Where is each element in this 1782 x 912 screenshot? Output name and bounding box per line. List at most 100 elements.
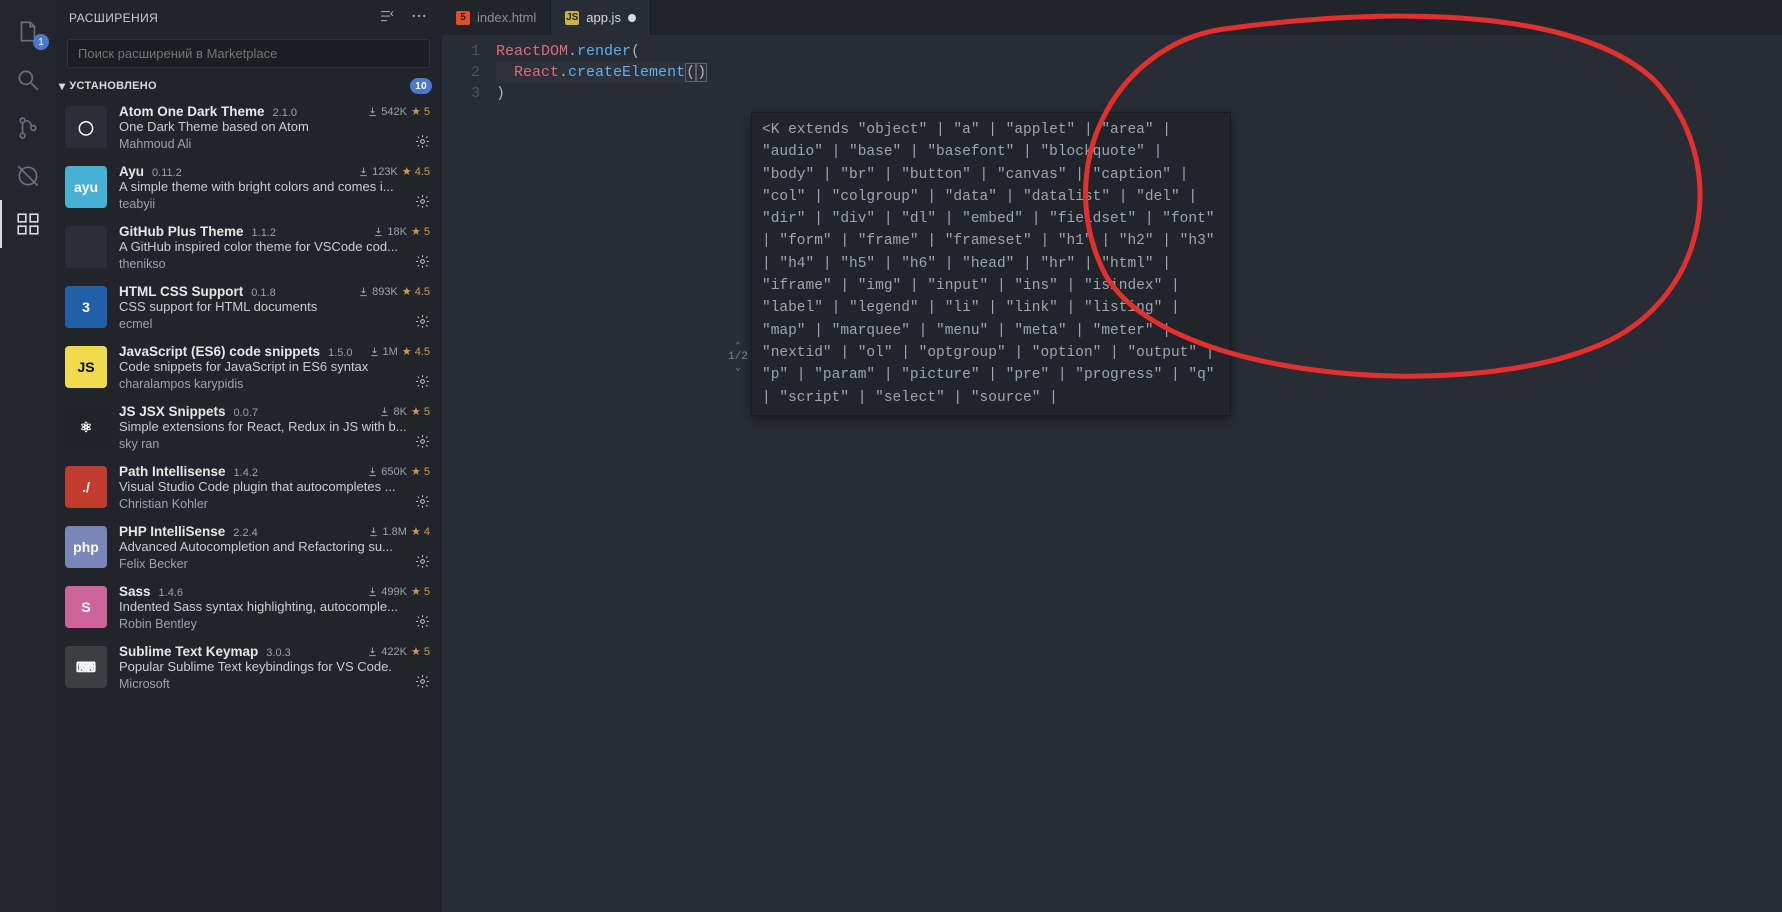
extension-description: Advanced Autocompletion and Refactoring … — [119, 539, 430, 554]
installed-count-badge: 10 — [410, 78, 432, 94]
extension-item[interactable]: ◯ Atom One Dark Theme 2.1.0 542K ★ 5 One… — [55, 98, 442, 158]
extension-downloads: 18K — [373, 226, 407, 238]
line-gutter: 1 2 3 — [442, 41, 496, 104]
manage-extension-gear-icon[interactable] — [415, 254, 430, 272]
extension-version: 0.1.8 — [251, 287, 275, 299]
extension-downloads: 893K — [358, 286, 398, 298]
extension-version: 3.0.3 — [266, 647, 290, 659]
manage-extension-gear-icon[interactable] — [415, 194, 430, 212]
extension-name: HTML CSS Support — [119, 284, 243, 299]
more-actions-icon[interactable] — [410, 7, 428, 28]
extension-icon: ayu — [65, 166, 107, 208]
download-icon — [369, 346, 380, 357]
code-editor[interactable]: 1 2 3 ReactDOM.render( React.createEleme… — [442, 35, 1782, 104]
extension-downloads: 1M — [369, 346, 398, 358]
extension-item[interactable]: 3 HTML CSS Support 0.1.8 893K ★ 4.5 CSS … — [55, 278, 442, 338]
extension-version: 0.0.7 — [234, 407, 258, 419]
hint-overload-counter[interactable]: ⌃ 1/2 ⌄ — [728, 341, 748, 374]
extension-rating: ★ 4.5 — [402, 165, 430, 178]
extension-icon: php — [65, 526, 107, 568]
extension-author: charalampos karypidis — [119, 377, 243, 391]
manage-extension-gear-icon[interactable] — [415, 374, 430, 392]
extension-version: 0.11.2 — [152, 167, 182, 179]
extension-item[interactable]: ayu Ayu 0.11.2 123K ★ 4.5 A simple theme… — [55, 158, 442, 218]
chevron-down-icon: ▾ — [59, 79, 65, 93]
extension-rating: ★ 4 — [411, 525, 430, 538]
extension-icon: ⌨ — [65, 646, 107, 688]
download-icon — [358, 286, 369, 297]
extension-downloads: 8K — [379, 406, 406, 418]
extension-downloads: 542K — [367, 106, 407, 118]
extension-author: thenikso — [119, 257, 166, 271]
extension-name: Atom One Dark Theme — [119, 104, 265, 119]
manage-extension-gear-icon[interactable] — [415, 314, 430, 332]
activity-extensions[interactable] — [0, 200, 55, 248]
extensions-search-input[interactable] — [67, 39, 430, 68]
activity-debug[interactable] — [0, 152, 55, 200]
manage-extension-gear-icon[interactable] — [415, 554, 430, 572]
file-type-icon: JS — [565, 11, 579, 25]
extension-icon: 3 — [65, 286, 107, 328]
extension-icon: ⚛ — [65, 406, 107, 448]
extension-name: Ayu — [119, 164, 144, 179]
extension-downloads: 422K — [367, 646, 407, 658]
tab-label: app.js — [586, 10, 621, 25]
installed-section-header[interactable]: ▾ УСТАНОВЛЕНО 10 — [55, 76, 442, 98]
manage-extension-gear-icon[interactable] — [415, 674, 430, 692]
extension-rating: ★ 5 — [411, 405, 430, 418]
code-line: ) — [496, 83, 707, 104]
code-line: ReactDOM.render( — [496, 41, 707, 62]
file-type-icon: 5 — [456, 11, 470, 25]
sidebar-header: РАСШИРЕНИЯ — [55, 0, 442, 35]
download-icon — [379, 406, 390, 417]
extension-item[interactable]: GitHub Plus Theme 1.1.2 18K ★ 5 A GitHub… — [55, 218, 442, 278]
editor-tab[interactable]: JS app.js — [551, 0, 651, 35]
extension-icon — [65, 226, 107, 268]
manage-extension-gear-icon[interactable] — [415, 494, 430, 512]
parameter-hint-tooltip: ⌃ 1/2 ⌄ <K extends "object" | "a" | "app… — [751, 112, 1231, 416]
activity-search[interactable] — [0, 56, 55, 104]
extension-description: One Dark Theme based on Atom — [119, 119, 430, 134]
download-icon — [373, 226, 384, 237]
extension-version: 1.4.6 — [159, 587, 183, 599]
extension-downloads: 650K — [367, 466, 407, 478]
extension-description: Simple extensions for React, Redux in JS… — [119, 419, 430, 434]
extension-name: GitHub Plus Theme — [119, 224, 244, 239]
extension-description: A simple theme with bright colors and co… — [119, 179, 430, 194]
activity-git[interactable] — [0, 104, 55, 152]
extension-downloads: 1.8M — [368, 526, 406, 538]
extension-rating: ★ 5 — [411, 225, 430, 238]
extension-name: JS JSX Snippets — [119, 404, 226, 419]
extension-name: Path Intellisense — [119, 464, 226, 479]
extension-author: Felix Becker — [119, 557, 188, 571]
source-control-icon — [15, 115, 41, 141]
extension-author: Mahmoud Ali — [119, 137, 191, 151]
extension-item[interactable]: S Sass 1.4.6 499K ★ 5 Indented Sass synt… — [55, 578, 442, 638]
extension-item[interactable]: JS JavaScript (ES6) code snippets 1.5.0 … — [55, 338, 442, 398]
extension-name: Sublime Text Keymap — [119, 644, 258, 659]
extension-item[interactable]: ⚛ JS JSX Snippets 0.0.7 8K ★ 5 Simple ex… — [55, 398, 442, 458]
manage-extension-gear-icon[interactable] — [415, 134, 430, 152]
extension-author: Christian Kohler — [119, 497, 208, 511]
extension-item[interactable]: php PHP IntelliSense 2.2.4 1.8M ★ 4 Adva… — [55, 518, 442, 578]
extension-author: Robin Bentley — [119, 617, 197, 631]
manage-extension-gear-icon[interactable] — [415, 434, 430, 452]
tab-label: index.html — [477, 10, 536, 25]
extension-downloads: 123K — [358, 166, 398, 178]
manage-extension-gear-icon[interactable] — [415, 614, 430, 632]
clear-search-icon[interactable] — [378, 7, 396, 28]
editor-tab[interactable]: 5 index.html — [442, 0, 551, 35]
editor-tabbar: 5 index.html JS app.js — [442, 0, 1782, 35]
extension-item[interactable]: ⌨ Sublime Text Keymap 3.0.3 422K ★ 5 Pop… — [55, 638, 442, 698]
extensions-sidebar: РАСШИРЕНИЯ ▾ УСТАНОВЛЕНО 10 ◯ Atom One D… — [55, 0, 442, 912]
extension-description: CSS support for HTML documents — [119, 299, 430, 314]
search-icon — [15, 67, 41, 93]
extension-author: ecmel — [119, 317, 152, 331]
download-icon — [367, 646, 378, 657]
activity-explorer[interactable]: 1 — [0, 8, 55, 56]
download-icon — [367, 466, 378, 477]
extension-icon: JS — [65, 346, 107, 388]
extension-item[interactable]: ./ Path Intellisense 1.4.2 650K ★ 5 Visu… — [55, 458, 442, 518]
download-icon — [358, 166, 369, 177]
extension-downloads: 499K — [367, 586, 407, 598]
